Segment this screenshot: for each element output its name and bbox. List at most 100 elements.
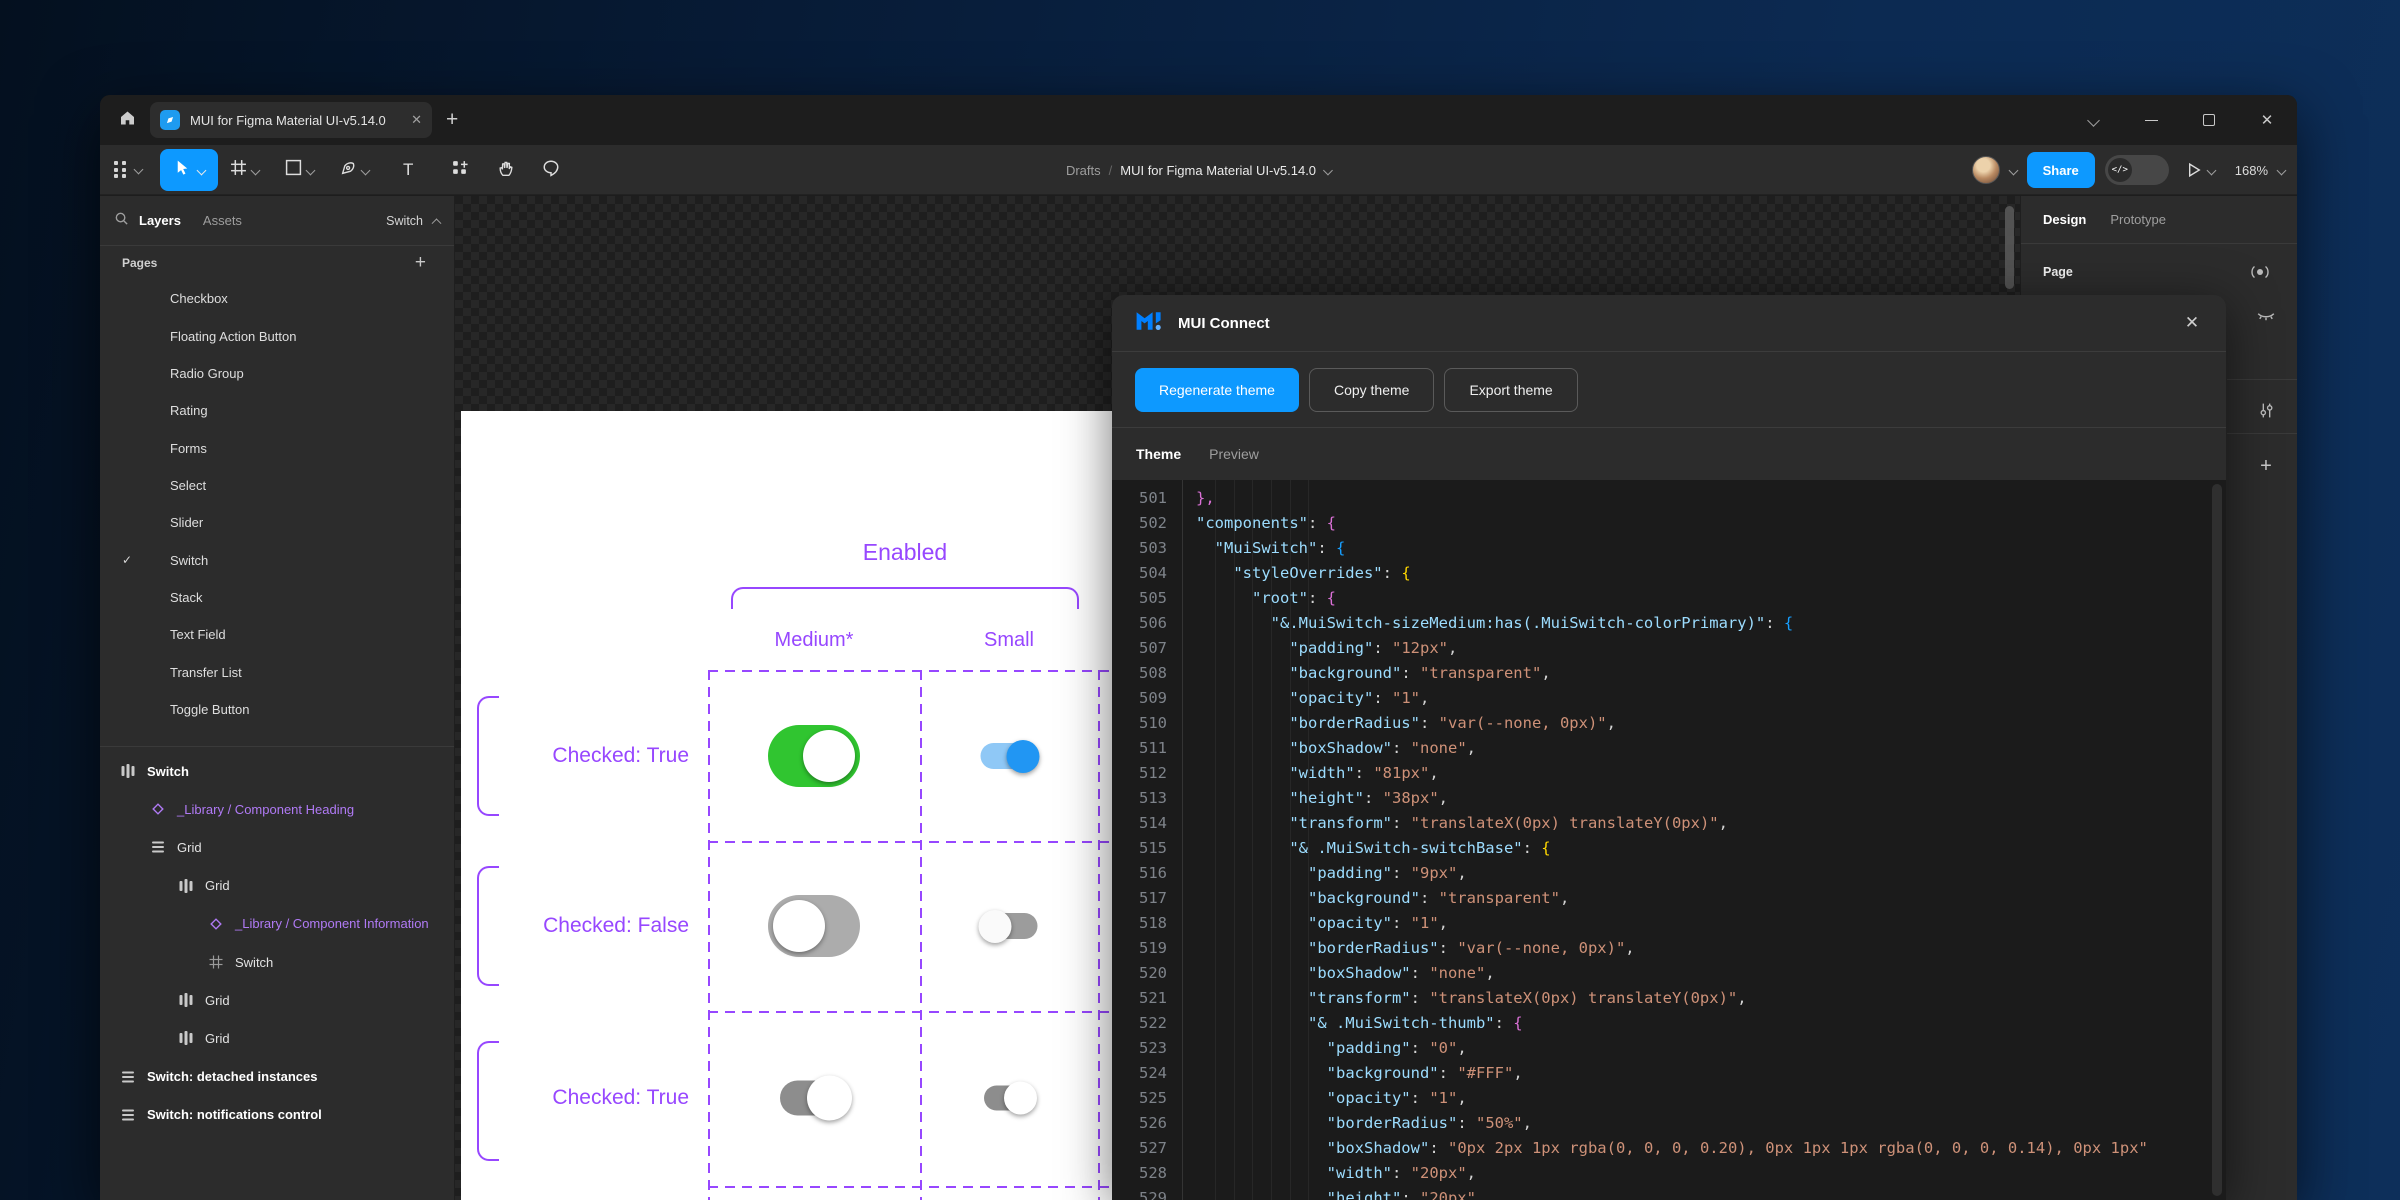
resources-tool-button[interactable] xyxy=(451,150,468,190)
row-bracket xyxy=(477,1041,499,1161)
layer-row[interactable]: Grid xyxy=(100,867,454,905)
code-line: 520 "boxShadow": "none", xyxy=(1112,961,2226,986)
export-theme-button[interactable]: Export theme xyxy=(1444,368,1577,412)
layer-row[interactable]: Switch: notifications control xyxy=(100,1096,454,1134)
regenerate-theme-button[interactable]: Regenerate theme xyxy=(1135,368,1299,412)
layer-row[interactable]: Switch: detached instances xyxy=(100,1058,454,1096)
page-item-label: Checkbox xyxy=(170,291,228,306)
rows-icon xyxy=(120,1107,136,1123)
page-item-label: Rating xyxy=(170,403,208,418)
layer-row[interactable]: _Library / Component Information xyxy=(100,905,454,943)
canvas-switch-medium[interactable] xyxy=(780,1081,848,1116)
tab-assets[interactable]: Assets xyxy=(203,213,242,228)
add-page-button[interactable]: + xyxy=(415,252,426,274)
avatar[interactable] xyxy=(1972,156,2000,184)
line-number: 505 xyxy=(1112,586,1167,611)
home-button[interactable] xyxy=(108,102,146,138)
page-item[interactable]: Forms xyxy=(100,429,454,466)
search-icon[interactable] xyxy=(114,211,129,231)
new-tab-button[interactable]: + xyxy=(446,108,458,132)
move-tool-button[interactable] xyxy=(160,149,218,191)
breadcrumb: Drafts / MUI for Figma Material UI-v5.14… xyxy=(1066,145,1331,195)
close-button[interactable]: ✕ xyxy=(2255,108,2279,132)
tab-close-icon[interactable]: ✕ xyxy=(411,112,422,128)
file-menu-chevron[interactable] xyxy=(1323,165,1333,175)
canvas-switch-small[interactable] xyxy=(984,1086,1034,1111)
page-item-label: Radio Group xyxy=(170,366,244,381)
account-chevron[interactable] xyxy=(2008,165,2018,175)
add-icon[interactable]: + xyxy=(2251,451,2281,481)
tab-prototype[interactable]: Prototype xyxy=(2110,212,2166,227)
maximize-button[interactable] xyxy=(2197,108,2221,132)
present-button[interactable] xyxy=(2187,162,2215,178)
share-button[interactable]: Share xyxy=(2027,152,2095,188)
code-line: 511 "boxShadow": "none", xyxy=(1112,736,2226,761)
sliders-icon[interactable] xyxy=(2251,395,2281,425)
canvas-switch-small[interactable] xyxy=(981,743,1038,769)
page-item[interactable]: Radio Group xyxy=(100,355,454,392)
canvas-switch-medium[interactable] xyxy=(768,725,860,787)
hand-tool-button[interactable] xyxy=(497,150,515,190)
dialog-tab-preview[interactable]: Preview xyxy=(1209,446,1259,462)
layer-row[interactable]: Grid xyxy=(100,828,454,866)
page-selector[interactable]: Switch xyxy=(386,214,440,228)
breadcrumb-folder[interactable]: Drafts xyxy=(1066,163,1101,178)
canvas-switch-small[interactable] xyxy=(981,913,1038,939)
line-number: 501 xyxy=(1112,486,1167,511)
tab-layers[interactable]: Layers xyxy=(139,213,181,228)
minimize-button[interactable] xyxy=(2139,108,2163,132)
pen-tool-button[interactable] xyxy=(340,150,369,190)
layer-row[interactable]: Grid xyxy=(100,981,454,1019)
copy-theme-button[interactable]: Copy theme xyxy=(1309,368,1434,412)
layer-row[interactable]: _Library / Component Heading xyxy=(100,790,454,828)
page-item[interactable]: Checkbox xyxy=(100,280,454,317)
dialog-close-icon[interactable]: ✕ xyxy=(2178,309,2206,337)
text-tool-button[interactable]: T xyxy=(403,150,413,190)
auto-layout-icon xyxy=(178,878,194,894)
canvas-scrollbar[interactable] xyxy=(2005,206,2014,289)
dev-mode-toggle[interactable]: </> xyxy=(2105,155,2169,185)
file-tab[interactable]: MUI for Figma Material UI-v5.14.0 ✕ xyxy=(150,102,432,138)
tab-design[interactable]: Design xyxy=(2043,212,2086,227)
comment-tool-button[interactable] xyxy=(542,150,560,190)
page-item[interactable]: Text Field xyxy=(100,616,454,653)
layer-row[interactable]: Switch xyxy=(100,943,454,981)
zoom-level[interactable]: 168% xyxy=(2235,163,2268,178)
line-number: 523 xyxy=(1112,1036,1167,1061)
line-number: 519 xyxy=(1112,936,1167,961)
theme-code-editor[interactable]: 501},502"components": {503 "MuiSwitch": … xyxy=(1112,480,2226,1200)
code-line: 504 "styleOverrides": { xyxy=(1112,561,2226,586)
page-item[interactable]: Select xyxy=(100,467,454,504)
layer-row[interactable]: Switch xyxy=(100,752,454,790)
layer-label: _Library / Component Information xyxy=(235,916,429,931)
page-item[interactable]: Transfer List xyxy=(100,653,454,690)
code-line: 514 "transform": "translateX(0px) transl… xyxy=(1112,811,2226,836)
line-number: 508 xyxy=(1112,661,1167,686)
pen-tool-icon xyxy=(340,159,357,181)
page-item[interactable]: Slider xyxy=(100,504,454,541)
line-number: 520 xyxy=(1112,961,1167,986)
zoom-chevron[interactable] xyxy=(2277,165,2287,175)
line-number: 513 xyxy=(1112,786,1167,811)
closed-eye-icon[interactable] xyxy=(2251,301,2281,331)
canvas-switch-medium[interactable] xyxy=(768,895,860,957)
shape-tool-button[interactable] xyxy=(285,150,314,190)
code-line: 507 "padding": "12px", xyxy=(1112,636,2226,661)
page-color-icon[interactable] xyxy=(2245,257,2275,287)
main-menu-button[interactable] xyxy=(100,150,142,190)
code-line: 523 "padding": "0", xyxy=(1112,1036,2226,1061)
frame-tool-button[interactable] xyxy=(230,150,259,190)
page-item[interactable]: Floating Action Button xyxy=(100,317,454,354)
grid-line-horizontal xyxy=(708,841,1120,843)
page-item[interactable]: Toggle Button xyxy=(100,691,454,728)
window-menu-chevron[interactable] xyxy=(2081,108,2105,132)
page-item[interactable]: Rating xyxy=(100,392,454,429)
page-item[interactable]: Stack xyxy=(100,579,454,616)
page-item[interactable]: ✓Switch xyxy=(100,541,454,578)
breadcrumb-separator: / xyxy=(1109,163,1113,178)
page-item-label: Transfer List xyxy=(170,665,242,680)
code-scrollbar[interactable] xyxy=(2212,484,2222,1196)
breadcrumb-file-name[interactable]: MUI for Figma Material UI-v5.14.0 xyxy=(1120,163,1316,178)
layer-row[interactable]: Grid xyxy=(100,1019,454,1057)
dialog-tab-theme[interactable]: Theme xyxy=(1136,446,1181,462)
